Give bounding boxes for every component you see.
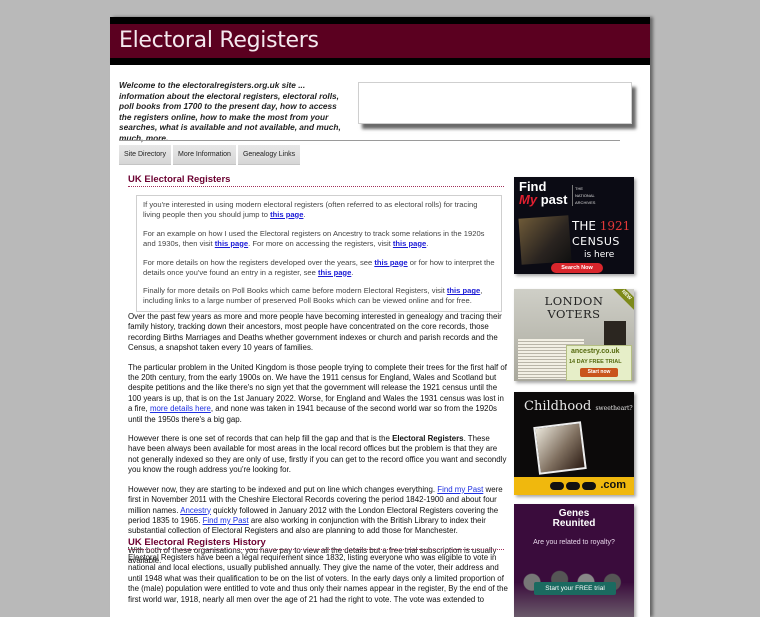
- article-paragraph: Over the past few years as more and more…: [128, 312, 502, 353]
- article-paragraph: However there is one set of records that…: [128, 434, 507, 475]
- 192-logo: [550, 482, 596, 490]
- divider: [119, 140, 620, 141]
- ancestry-logo: ancestry.co.uk: [571, 348, 620, 355]
- genes-reunited-ad[interactable]: Genes Reunited Are you related to royalty…: [514, 504, 634, 617]
- ad-photo: [533, 421, 587, 475]
- section-heading-uk-registers: UK Electoral Registers: [128, 174, 504, 187]
- this-page-link[interactable]: this page: [447, 286, 480, 295]
- notice-paragraph: If you're interested in using modern ele…: [143, 200, 478, 219]
- nav-tabs: Site Directory More Information Genealog…: [119, 145, 301, 165]
- site-title[interactable]: Electoral Registers: [119, 28, 319, 53]
- section-heading-history: UK Electoral Registers History: [128, 537, 504, 550]
- history-article: Electoral Registers have been a legal re…: [128, 553, 508, 614]
- notice-paragraph: For more details on how the registers de…: [143, 257, 495, 277]
- notice-paragraph: For an example on how I used the Elector…: [143, 228, 485, 248]
- tab-more-information[interactable]: More Information: [173, 145, 236, 165]
- findmypast-logo: Find My past: [519, 179, 568, 207]
- more-details-link[interactable]: more details here: [150, 404, 211, 413]
- national-archives-logo: THE NATIONAL ARCHIVES: [572, 185, 603, 206]
- ancestry-ad[interactable]: LONDON VOTERS NEW ancestry.co.uk 14 DAY F…: [514, 289, 634, 381]
- welcome-intro: Welcome to the electoralregisters.org.uk…: [119, 80, 341, 143]
- genes-reunited-logo: Genes Reunited: [552, 508, 596, 529]
- main-article: Over the past few years as more and more…: [128, 312, 508, 576]
- search-now-button[interactable]: Search Now: [551, 263, 603, 273]
- this-page-link[interactable]: this page: [215, 239, 248, 248]
- top-ad-slot[interactable]: [358, 82, 632, 124]
- notice-paragraph: Finally for more details on Poll Books w…: [143, 286, 483, 306]
- ancestry-link[interactable]: Ancestry: [180, 506, 211, 515]
- tab-genealogy-links[interactable]: Genealogy Links: [237, 145, 301, 165]
- 192com-ad[interactable]: Childhood sweetheart? .com: [514, 392, 634, 495]
- find-my-past-link[interactable]: Find my Past: [203, 516, 249, 525]
- site-header: Electoral Registers: [110, 17, 650, 65]
- notice-box: If you're interested in using modern ele…: [136, 195, 502, 313]
- page-container: Electoral Registers Welcome to the elect…: [110, 17, 650, 617]
- this-page-link[interactable]: this page: [318, 268, 351, 277]
- this-page-link[interactable]: this page: [393, 239, 426, 248]
- start-now-button[interactable]: Start now: [580, 368, 618, 377]
- article-paragraph: Electoral Registers have been a legal re…: [128, 553, 508, 604]
- this-page-link[interactable]: this page: [270, 210, 303, 219]
- article-paragraph: However now, they are starting to be ind…: [128, 484, 503, 536]
- start-free-trial-button[interactable]: Start your FREE trial: [534, 582, 616, 595]
- find-my-past-link[interactable]: Find my Past: [437, 485, 483, 494]
- findmypast-ad[interactable]: Find My past THE NATIONAL ARCHIVES THE 19…: [514, 177, 634, 274]
- this-page-link[interactable]: this page: [374, 258, 407, 267]
- article-paragraph: The particular problem in the United Kin…: [128, 362, 507, 424]
- ad-photo: [518, 215, 572, 265]
- header-band: Electoral Registers: [110, 24, 650, 58]
- tab-site-directory[interactable]: Site Directory: [119, 145, 172, 165]
